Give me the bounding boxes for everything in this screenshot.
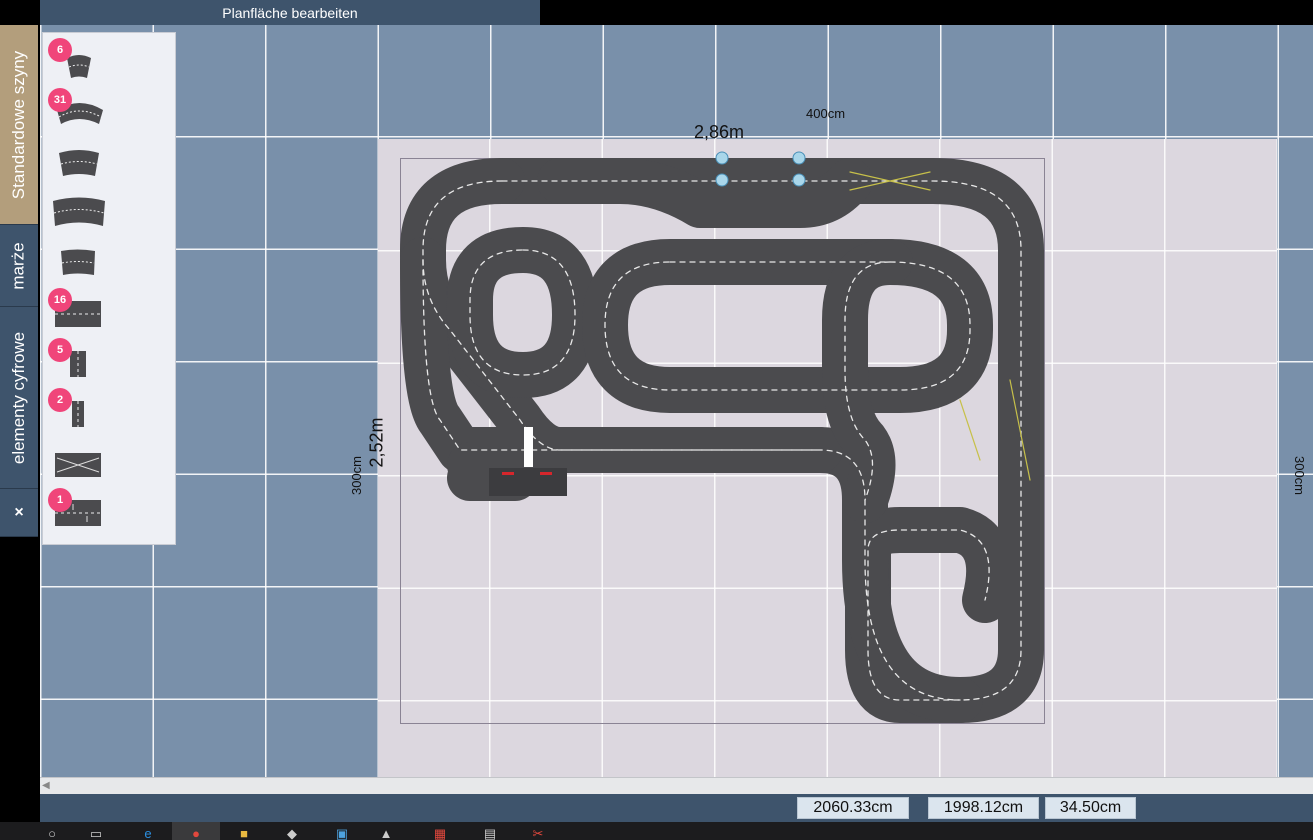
start-light-right [540,472,552,475]
sensor-handle[interactable] [792,173,806,187]
count-badge: 2 [48,388,72,412]
status-x-coordinate: 2060.33cm [797,797,909,819]
palette-item-straight-quarter[interactable]: 2 [43,388,177,438]
count-badge: 31 [48,88,72,112]
palette-item-curve-small[interactable] [43,243,177,293]
store-icon[interactable]: ◆ [268,822,316,840]
app-icon[interactable]: ▲ [362,822,410,840]
track-layout[interactable] [0,0,1313,840]
track-road [400,158,1044,723]
start-light-left [502,472,514,475]
status-zoom: 34.50cm [1045,797,1136,819]
edge-icon[interactable]: e [124,822,172,840]
start-finish-line [524,427,533,467]
calculator-icon[interactable]: ▤ [466,822,514,840]
palette-item-lane-change[interactable]: 1 [43,488,177,538]
photos-icon[interactable]: ▣ [318,822,366,840]
track-height-label: 2,52m [366,417,387,468]
palette-item-curve-medium[interactable] [43,138,177,188]
palette-item-curve-tight[interactable]: 6 [43,38,177,88]
task-view-icon[interactable]: ▭ [72,822,120,840]
plan-width-label: 400cm [806,106,846,121]
folder-icon[interactable]: ■ [220,822,268,840]
count-badge: 6 [48,38,72,62]
sensor-handle[interactable] [792,151,806,165]
scroll-left-icon[interactable]: ◀ [42,780,50,791]
chrome-icon[interactable]: ● [172,822,220,840]
count-badge: 16 [48,288,72,312]
plan-height-label: 300cm [349,455,365,496]
palette-item-curve-outer[interactable] [43,188,177,238]
calendar-icon[interactable]: ▦ [416,822,464,840]
count-badge: 5 [48,338,72,362]
status-y-coordinate: 1998.12cm [928,797,1039,819]
search-icon[interactable]: ○ [28,822,76,840]
curve-icon [53,197,105,226]
palette-item-straight-half[interactable]: 5 [43,338,177,388]
track-palette: 6 31 16 5 2 1 [42,32,176,545]
pit-building [489,468,567,496]
count-badge: 1 [48,488,72,512]
windows-taskbar: ○ ▭ e ● ■ ◆ ▣ ▲ ▦ ▤ ✂ [0,822,1313,840]
status-bar: 2060.33cm 1998.12cm 34.50cm [40,794,1313,822]
palette-item-straight-long[interactable]: 16 [43,288,177,338]
sensor-handle[interactable] [715,173,729,187]
snip-icon[interactable]: ✂ [514,822,562,840]
sensor-handle[interactable] [715,151,729,165]
track-width-label: 2,86m [694,122,745,142]
curve-icon [59,150,99,176]
palette-item-curve-wide[interactable]: 31 [43,88,177,138]
plan-height-label-right: 300cm [1292,455,1308,496]
curve-icon [61,249,95,275]
horizontal-scrollbar[interactable]: ◀ [40,777,1313,794]
